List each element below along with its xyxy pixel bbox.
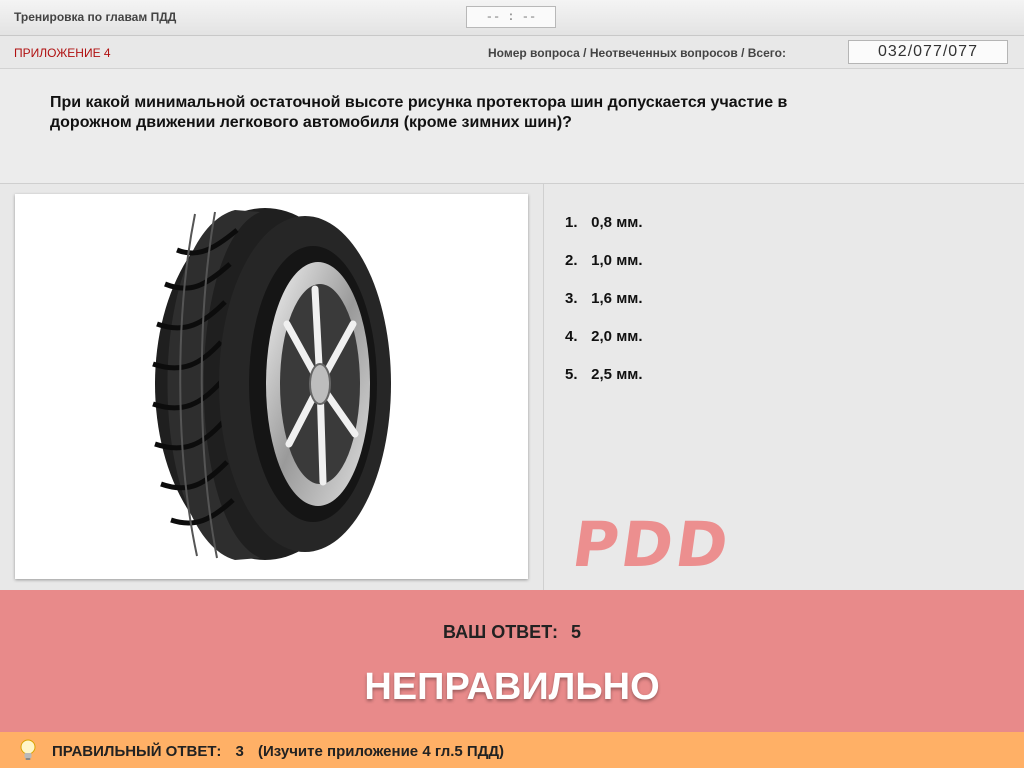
top-bar: Тренировка по главам ПДД -- : -- bbox=[0, 0, 1024, 36]
answer-option-3[interactable]: 3. 1,6 мм. bbox=[565, 290, 643, 328]
answer-number: 4. bbox=[565, 328, 578, 345]
result-panel: ВАШ ОТВЕТ: 5 НЕПРАВИЛЬНО bbox=[0, 590, 1024, 732]
app-title: Тренировка по главам ПДД bbox=[14, 10, 177, 24]
question-counter-label: Номер вопроса / Неотвеченных вопросов / … bbox=[488, 46, 786, 60]
image-panel bbox=[0, 184, 544, 590]
your-answer: ВАШ ОТВЕТ: 5 bbox=[0, 622, 1024, 643]
answer-option-2[interactable]: 2. 1,0 мм. bbox=[565, 252, 643, 290]
timer-display: -- : -- bbox=[466, 6, 556, 28]
correct-answer-label: ПРАВИЛЬНЫЙ ОТВЕТ: bbox=[52, 743, 222, 760]
answer-number: 2. bbox=[565, 252, 578, 269]
question-counter: 032/077/077 bbox=[848, 40, 1008, 64]
answer-list: 1. 0,8 мм. 2. 1,0 мм. 3. 1,6 мм. 4. 2,0 … bbox=[565, 214, 643, 404]
question-text: При какой минимальной остаточной высоте … bbox=[50, 94, 788, 131]
answer-text: 2,5 мм. bbox=[591, 366, 643, 383]
answer-text: 1,6 мм. bbox=[591, 290, 643, 307]
correct-answer-bar: ПРАВИЛЬНЫЙ ОТВЕТ: 3 (Изучите приложение … bbox=[0, 732, 1024, 768]
answer-option-4[interactable]: 4. 2,0 мм. bbox=[565, 328, 643, 366]
correct-answer-hint: (Изучите приложение 4 гл.5 ПДД) bbox=[258, 743, 505, 760]
question-area: При какой минимальной остаточной высоте … bbox=[0, 69, 1024, 184]
correct-answer-text: ПРАВИЛЬНЫЙ ОТВЕТ: 3 (Изучите приложение … bbox=[52, 743, 514, 760]
appendix-label: ПРИЛОЖЕНИЕ 4 bbox=[14, 46, 111, 60]
answer-text: 1,0 мм. bbox=[591, 252, 643, 269]
answer-text: 0,8 мм. bbox=[591, 214, 643, 231]
your-answer-label: ВАШ ОТВЕТ: bbox=[443, 622, 558, 642]
answer-option-1[interactable]: 1. 0,8 мм. bbox=[565, 214, 643, 252]
answer-option-5[interactable]: 5. 2,5 мм. bbox=[565, 366, 643, 404]
answer-number: 1. bbox=[565, 214, 578, 231]
info-bar: ПРИЛОЖЕНИЕ 4 Номер вопроса / Неотвеченны… bbox=[0, 36, 1024, 69]
correct-answer-value: 3 bbox=[235, 743, 244, 760]
tire-icon bbox=[152, 208, 391, 560]
verdict-text: НЕПРАВИЛЬНО bbox=[364, 666, 660, 708]
answer-number: 3. bbox=[565, 290, 578, 307]
your-answer-value: 5 bbox=[570, 622, 581, 642]
lightbulb-icon bbox=[20, 739, 36, 760]
answer-text: 2,0 мм. bbox=[591, 328, 643, 345]
answer-number: 5. bbox=[565, 366, 578, 383]
tire-image bbox=[15, 194, 528, 579]
